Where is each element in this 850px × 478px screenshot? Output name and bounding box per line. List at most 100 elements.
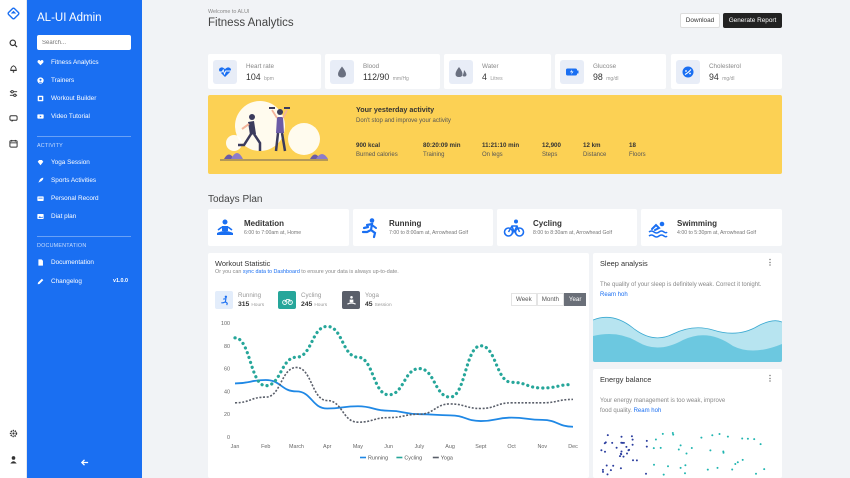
workout-statistic-card: Workout Statistic Or you can sync data t…: [208, 253, 589, 478]
stat-value: 98 mg/dl: [593, 72, 619, 82]
user-icon[interactable]: [8, 454, 19, 465]
scatter-point: [631, 438, 634, 441]
energy-link[interactable]: Ream hoh: [634, 408, 662, 414]
search-icon[interactable]: [8, 38, 19, 49]
scatter-point: [619, 467, 622, 470]
workout-title: Workout Statistic: [215, 259, 271, 268]
plan-card-running[interactable]: Running 7:00 to 8:00am at, Arrowhead Gol…: [353, 209, 493, 246]
more-options-icon[interactable]: ⋮: [766, 374, 774, 383]
more-options-icon[interactable]: ⋮: [766, 258, 774, 267]
sleep-text: The quality of your sleep is definitely …: [600, 282, 762, 298]
sidebar-item-diat-plan[interactable]: Diat plan: [37, 211, 132, 221]
icon-rail: [0, 0, 27, 478]
sidebar-search-input[interactable]: [37, 35, 131, 50]
sidebar-item-label: Documentation: [51, 258, 94, 266]
scatter-point: [631, 443, 634, 446]
scatter-point: [611, 441, 614, 444]
x-tick-label: Apr: [323, 444, 332, 450]
running-icon: [359, 217, 381, 239]
sidebar-item-video-tutorial[interactable]: Video Tutorial: [37, 111, 132, 121]
scatter-point: [709, 449, 712, 452]
sliders-icon[interactable]: [8, 88, 19, 99]
logo-icon[interactable]: [7, 7, 20, 20]
energy-title: Energy balance: [600, 375, 652, 384]
sidebar-item-fitness-analytics[interactable]: Fitness Analytics: [37, 57, 132, 67]
energy-text: Your energy management is too weak, impr…: [600, 398, 726, 414]
x-tick-label: Jun: [384, 444, 393, 450]
stat-card-heart-rate: Heart rate 104 bpm: [208, 54, 321, 89]
plan-card-swimming[interactable]: Swimming 4:00 to 5:30pm at, Arrowhead Go…: [641, 209, 782, 246]
workout-subtitle: Or you can sync data to Dashboard to ens…: [215, 269, 399, 275]
stat-label: Heart rate: [246, 63, 274, 70]
plan-time: 7:00 to 8:00am at, Arrowhead Golf: [389, 230, 469, 236]
sync-data-link[interactable]: sync data to Dashboard: [243, 269, 300, 275]
scatter-point: [653, 463, 655, 466]
series-line-yoga: [234, 366, 574, 423]
generate-report-button[interactable]: Generate Report: [723, 13, 782, 28]
scatter-point: [741, 437, 744, 440]
workout-line-chart: 0 20 40 60 80 100 Jan Feb March Apr May Jun July Aug S…: [221, 321, 578, 462]
plan-card-cycling[interactable]: Cycling 8:00 to 8:30am at, Arrowhead Gol…: [497, 209, 637, 246]
pencil-icon: [37, 278, 44, 285]
sleep-title: Sleep analysis: [600, 259, 648, 268]
calendar-icon[interactable]: [8, 138, 19, 149]
sidebar-item-workout-builder[interactable]: Workout Builder: [37, 93, 132, 103]
scatter-point: [645, 472, 647, 475]
todays-plan-title: Todays Plan: [208, 194, 263, 205]
scatter-point: [604, 450, 606, 453]
scatter-point: [620, 435, 623, 438]
scatter-point: [741, 458, 744, 461]
sidebar-item-documentation[interactable]: Documentation: [37, 257, 132, 267]
scatter-point: [661, 432, 664, 435]
collapse-arrow-icon[interactable]: [80, 458, 90, 468]
scatter-point: [622, 455, 625, 458]
sidebar-heading-documentation: DOCUMENTATION: [37, 243, 87, 249]
scatter-point: [604, 441, 607, 444]
stat-card-glucose: Glucose 98 mg/dl: [555, 54, 666, 89]
scatter-point: [690, 447, 693, 449]
page-title: Fitness Analytics: [208, 17, 294, 29]
tools-icon: [37, 95, 44, 102]
sleep-link[interactable]: Ream hoh: [600, 292, 628, 298]
tab-year[interactable]: Year: [563, 293, 587, 306]
sidebar-item-yoga-session[interactable]: Yoga Session: [37, 157, 132, 167]
scatter-point: [726, 435, 729, 438]
chat-icon[interactable]: [8, 113, 19, 124]
sidebar-item-label: Diat plan: [51, 212, 77, 220]
sleep-area-chart: [593, 316, 782, 362]
image-icon: [37, 213, 44, 220]
scatter-point: [763, 468, 766, 471]
sidebar-item-personal-record[interactable]: Personal Record: [37, 193, 132, 203]
diamond-icon: [37, 159, 44, 166]
download-button[interactable]: Download: [680, 13, 720, 28]
activity-illustration: [220, 101, 328, 161]
plan-card-meditation[interactable]: Meditation 6:00 to 7:00am at, Home: [208, 209, 349, 246]
scatter-point: [718, 433, 721, 435]
plan-name: Running: [389, 219, 422, 228]
scatter-point: [619, 455, 621, 458]
scatter-point: [716, 466, 719, 469]
sidebar-item-sports-activities[interactable]: Sports Activities: [37, 175, 132, 185]
sidebar-item-trainers[interactable]: Trainers: [37, 75, 132, 85]
bell-icon[interactable]: [8, 63, 19, 74]
tab-week[interactable]: Week: [511, 293, 537, 306]
x-tick-label: May: [353, 444, 363, 450]
settings-icon[interactable]: [8, 428, 19, 439]
y-tick-label: 60: [224, 367, 230, 373]
stat-value: 94 mg/dl: [709, 72, 735, 82]
x-tick-label: Oct: [507, 444, 516, 450]
period-tabs: Week Month Year: [511, 293, 587, 306]
sidebar-item-label: Trainers: [51, 76, 75, 84]
scatter-point: [602, 470, 604, 473]
stat-value: 4 Litres: [482, 72, 503, 82]
scatter-point: [684, 472, 686, 475]
swimming-icon: [647, 217, 669, 239]
scatter-point: [734, 463, 737, 465]
sidebar-item-label: Video Tutorial: [51, 112, 90, 120]
tab-month[interactable]: Month: [536, 293, 564, 306]
x-tick-label: Jan: [231, 444, 240, 450]
scatter-point: [615, 446, 618, 449]
x-tick-label: Feb: [261, 444, 270, 450]
scatter-point: [685, 452, 688, 455]
plan-name: Swimming: [677, 219, 718, 228]
